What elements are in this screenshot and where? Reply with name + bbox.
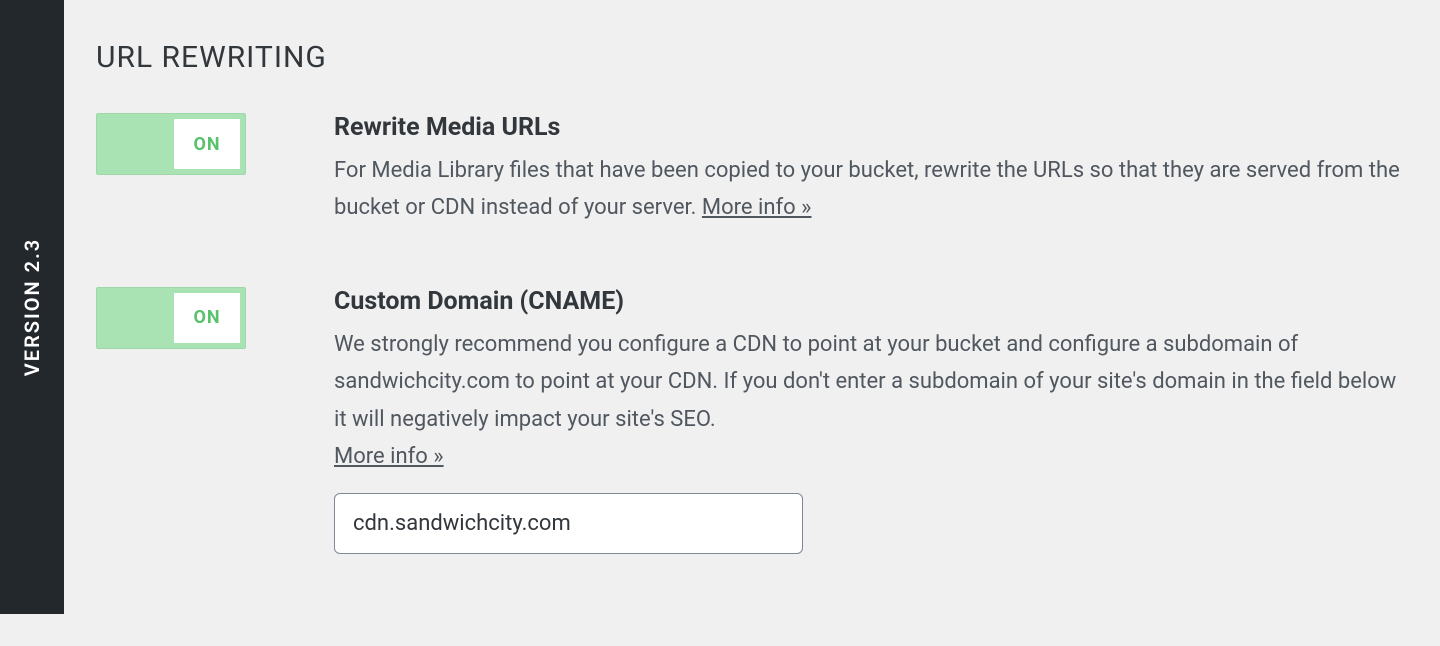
toggle-state-label: ON [174,293,240,343]
version-sidebar: VERSION 2.3 [0,0,64,614]
setting-row-rewrite-media: ON Rewrite Media URLs For Media Library … [96,113,1408,227]
setting-description: We strongly recommend you configure a CD… [334,326,1408,476]
more-info-link[interactable]: More info » [702,195,812,220]
description-text: For Media Library files that have been c… [334,158,1400,220]
custom-domain-input[interactable] [334,493,803,554]
version-label: VERSION 2.3 [20,238,44,376]
content-area: URL REWRITING ON Rewrite Media URLs For … [64,0,1440,646]
setting-body: Custom Domain (CNAME) We strongly recomm… [334,287,1408,555]
setting-row-custom-domain: ON Custom Domain (CNAME) We strongly rec… [96,287,1408,555]
setting-title: Rewrite Media URLs [334,113,1408,142]
setting-body: Rewrite Media URLs For Media Library fil… [334,113,1408,227]
description-text: We strongly recommend you configure a CD… [334,332,1396,432]
toggle-custom-domain[interactable]: ON [96,287,246,349]
more-info-link[interactable]: More info » [334,444,444,469]
section-title: URL REWRITING [96,40,1408,75]
toggle-state-label: ON [174,119,240,169]
setting-description: For Media Library files that have been c… [334,152,1408,227]
setting-title: Custom Domain (CNAME) [334,287,1408,316]
toggle-rewrite-media-urls[interactable]: ON [96,113,246,175]
